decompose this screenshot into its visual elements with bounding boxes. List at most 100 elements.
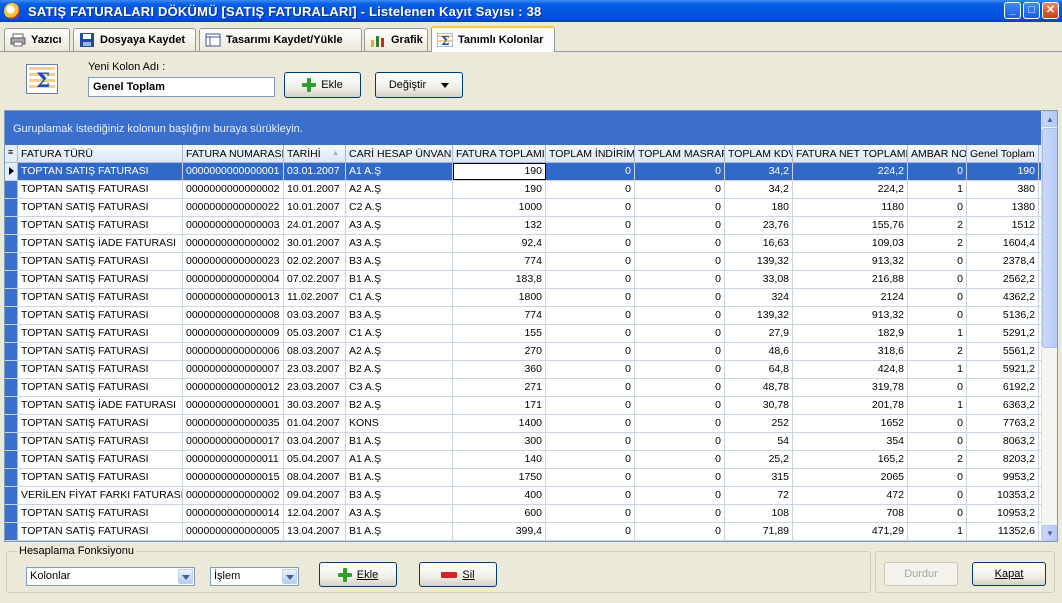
row-indicator[interactable] bbox=[5, 181, 18, 198]
table-cell[interactable]: 399,4 bbox=[453, 523, 546, 540]
table-cell[interactable]: 0000000000000002 bbox=[183, 235, 284, 252]
table-cell[interactable]: 2065 bbox=[793, 469, 908, 486]
row-indicator[interactable] bbox=[5, 271, 18, 288]
table-cell[interactable]: 0 bbox=[635, 199, 725, 216]
row-indicator[interactable] bbox=[5, 451, 18, 468]
column-header[interactable]: FATURA TOPLAMI bbox=[453, 145, 546, 162]
table-cell[interactable]: 1 bbox=[908, 523, 967, 540]
row-indicator[interactable] bbox=[5, 343, 18, 360]
table-cell[interactable]: 05.03.2007 bbox=[284, 325, 346, 342]
table-cell[interactable]: 0 bbox=[546, 325, 635, 342]
table-cell[interactable]: 24.01.2007 bbox=[284, 217, 346, 234]
table-cell[interactable]: TOPTAN SATIŞ FATURASI bbox=[18, 505, 183, 522]
close-button[interactable]: Kapat bbox=[972, 562, 1046, 586]
table-cell[interactable]: 1000 bbox=[453, 199, 546, 216]
table-cell[interactable]: 324 bbox=[725, 289, 793, 306]
table-cell[interactable]: 0000000000000001 bbox=[183, 397, 284, 414]
table-cell[interactable]: 07.02.2007 bbox=[284, 271, 346, 288]
table-cell[interactable]: 0 bbox=[635, 289, 725, 306]
table-cell[interactable]: 0 bbox=[546, 181, 635, 198]
table-cell[interactable]: 471,29 bbox=[793, 523, 908, 540]
table-cell[interactable]: 0 bbox=[635, 343, 725, 360]
table-cell[interactable]: 0 bbox=[546, 379, 635, 396]
table-cell[interactable]: 183,8 bbox=[453, 271, 546, 288]
table-cell[interactable]: 190 bbox=[453, 181, 546, 198]
table-cell[interactable]: 380 bbox=[967, 181, 1039, 198]
table-cell[interactable]: 0 bbox=[635, 469, 725, 486]
table-cell[interactable]: 171 bbox=[453, 397, 546, 414]
table-cell[interactable]: 23.03.2007 bbox=[284, 379, 346, 396]
table-cell[interactable]: 0 bbox=[546, 163, 635, 180]
table-cell[interactable]: 5291,2 bbox=[967, 325, 1039, 342]
row-indicator[interactable] bbox=[5, 217, 18, 234]
table-cell[interactable]: 252 bbox=[725, 415, 793, 432]
table-cell[interactable]: 0 bbox=[908, 433, 967, 450]
table-cell[interactable]: 165,2 bbox=[793, 451, 908, 468]
table-cell[interactable]: A2 A.Ş bbox=[346, 343, 453, 360]
table-cell[interactable]: 913,32 bbox=[793, 253, 908, 270]
table-cell[interactable]: TOPTAN SATIŞ FATURASI bbox=[18, 415, 183, 432]
table-cell[interactable]: 360 bbox=[453, 361, 546, 378]
table-cell[interactable]: 5921,2 bbox=[967, 361, 1039, 378]
column-header[interactable]: TOPLAM MASRAF bbox=[635, 145, 725, 162]
table-cell[interactable]: 0 bbox=[908, 253, 967, 270]
table-cell[interactable]: TOPTAN SATIŞ FATURASI bbox=[18, 253, 183, 270]
scroll-down-button[interactable]: ▼ bbox=[1042, 525, 1057, 541]
table-cell[interactable]: 139,32 bbox=[725, 253, 793, 270]
table-cell[interactable]: TOPTAN SATIŞ FATURASI bbox=[18, 271, 183, 288]
table-cell[interactable]: 0 bbox=[635, 505, 725, 522]
change-column-button[interactable]: Değiştir bbox=[375, 72, 463, 98]
table-cell[interactable]: 1 bbox=[908, 325, 967, 342]
table-row[interactable]: TOPTAN SATIŞ FATURASI 0000000000000009 05.… bbox=[5, 325, 1057, 343]
table-cell[interactable]: 0 bbox=[908, 271, 967, 288]
table-cell[interactable]: 0 bbox=[635, 523, 725, 540]
table-row[interactable]: TOPTAN SATIŞ FATURASI 0000000000000003 24.… bbox=[5, 217, 1057, 235]
table-cell[interactable]: 109,03 bbox=[793, 235, 908, 252]
table-cell[interactable]: 155 bbox=[453, 325, 546, 342]
table-cell[interactable]: 774 bbox=[453, 253, 546, 270]
table-row[interactable]: TOPTAN SATIŞ FATURASI 0000000000000002 10.… bbox=[5, 181, 1057, 199]
table-cell[interactable]: 30.01.2007 bbox=[284, 235, 346, 252]
table-cell[interactable]: 0 bbox=[635, 181, 725, 198]
table-cell[interactable]: 03.03.2007 bbox=[284, 307, 346, 324]
table-cell[interactable]: 11352,6 bbox=[967, 523, 1039, 540]
row-indicator[interactable] bbox=[5, 253, 18, 270]
row-indicator[interactable] bbox=[5, 307, 18, 324]
table-cell[interactable]: TOPTAN SATIŞ FATURASI bbox=[18, 361, 183, 378]
tab-save-file[interactable]: Dosyaya Kaydet bbox=[73, 28, 196, 51]
table-cell[interactable]: 0000000000000017 bbox=[183, 433, 284, 450]
table-cell[interactable]: 0000000000000015 bbox=[183, 469, 284, 486]
table-row[interactable]: TOPTAN SATIŞ İADE FATURASI 00000000000000… bbox=[5, 235, 1057, 253]
table-cell[interactable]: 180 bbox=[725, 199, 793, 216]
table-cell[interactable]: 1 bbox=[908, 181, 967, 198]
table-cell[interactable]: 0000000000000035 bbox=[183, 415, 284, 432]
table-cell[interactable]: 0000000000000004 bbox=[183, 271, 284, 288]
table-cell[interactable]: 0 bbox=[908, 415, 967, 432]
table-cell[interactable]: 1800 bbox=[453, 289, 546, 306]
tab-printer[interactable]: Yazıcı bbox=[4, 28, 70, 51]
table-cell[interactable]: 600 bbox=[453, 505, 546, 522]
table-cell[interactable]: B1 A.Ş bbox=[346, 271, 453, 288]
row-indicator[interactable] bbox=[5, 325, 18, 342]
table-cell[interactable]: 03.01.2007 bbox=[284, 163, 346, 180]
table-cell[interactable]: 02.02.2007 bbox=[284, 253, 346, 270]
table-cell[interactable]: 27,9 bbox=[725, 325, 793, 342]
table-cell[interactable]: 201,78 bbox=[793, 397, 908, 414]
scroll-up-button[interactable]: ▲ bbox=[1042, 111, 1057, 127]
table-cell[interactable]: 0 bbox=[546, 505, 635, 522]
table-cell[interactable]: 1380 bbox=[967, 199, 1039, 216]
table-cell[interactable]: 6192,2 bbox=[967, 379, 1039, 396]
table-cell[interactable]: B2 A.Ş bbox=[346, 397, 453, 414]
table-cell[interactable]: 72 bbox=[725, 487, 793, 504]
table-cell[interactable]: 23.03.2007 bbox=[284, 361, 346, 378]
table-cell[interactable]: TOPTAN SATIŞ FATURASI bbox=[18, 199, 183, 216]
table-cell[interactable]: 0 bbox=[908, 487, 967, 504]
table-cell[interactable]: 224,2 bbox=[793, 163, 908, 180]
table-cell[interactable]: 0 bbox=[546, 487, 635, 504]
table-cell[interactable]: 1512 bbox=[967, 217, 1039, 234]
table-cell[interactable]: 0 bbox=[635, 379, 725, 396]
table-cell[interactable]: 48,6 bbox=[725, 343, 793, 360]
table-cell[interactable]: 0 bbox=[546, 199, 635, 216]
table-cell[interactable]: 0000000000000006 bbox=[183, 343, 284, 360]
table-cell[interactable]: 0 bbox=[635, 415, 725, 432]
